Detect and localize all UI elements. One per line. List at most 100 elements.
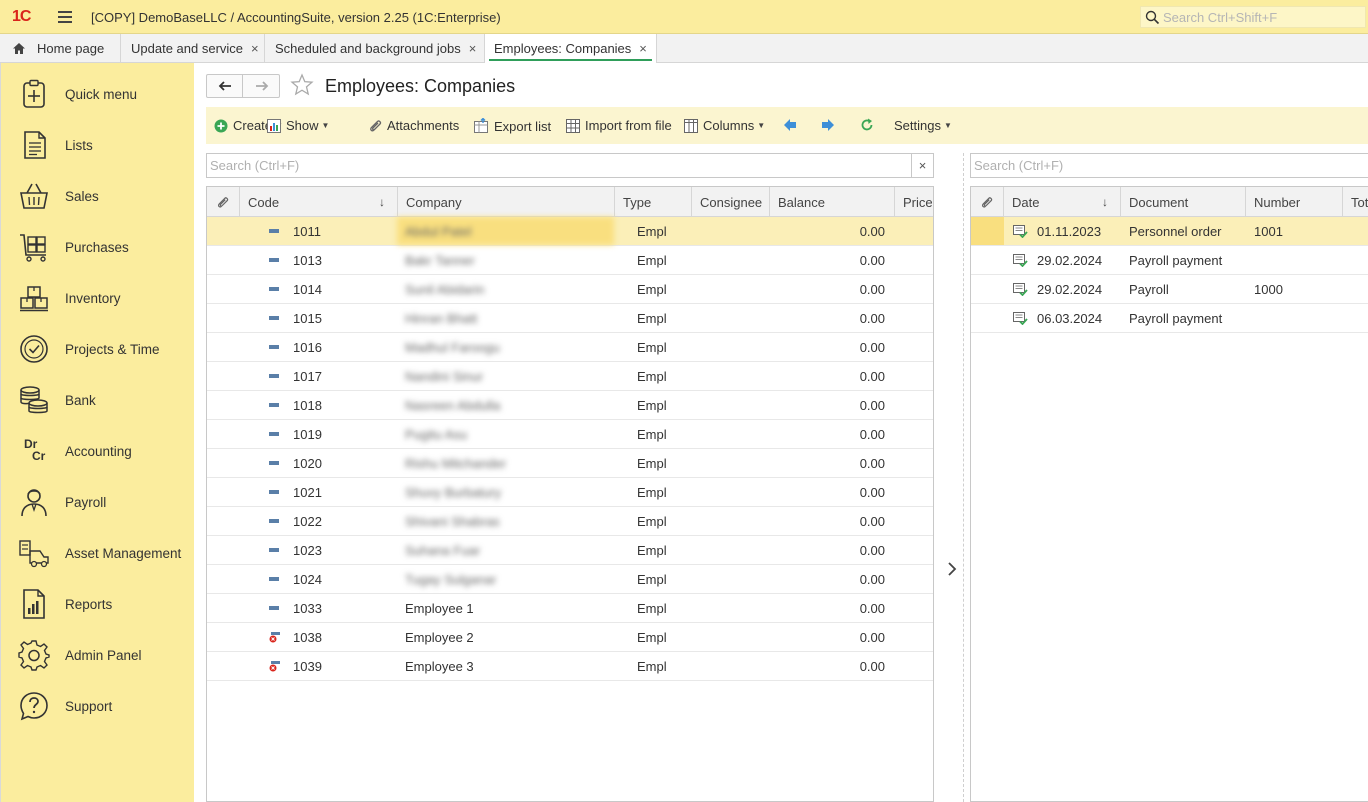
- attachment-column-header[interactable]: [971, 187, 1004, 217]
- close-icon[interactable]: ×: [251, 41, 259, 56]
- attachment-column-header[interactable]: [207, 187, 240, 217]
- left-search-input[interactable]: [210, 157, 910, 174]
- document-cell: Payroll payment: [1129, 310, 1223, 326]
- global-search[interactable]: [1140, 6, 1366, 28]
- sidebar-item-bank[interactable]: Bank: [1, 372, 195, 423]
- import-from-file-button[interactable]: Import from file: [566, 118, 672, 133]
- table-row[interactable]: 1016 Madhul Faroogu Empl 0.00: [207, 333, 933, 362]
- code-cell: 1033: [293, 600, 322, 616]
- sidebar-item-reports[interactable]: Reports: [1, 576, 195, 627]
- sidebar-item-sales[interactable]: Sales: [1, 168, 195, 219]
- tab-scheduled-jobs[interactable]: Scheduled and background jobs ×: [265, 34, 485, 63]
- right-search-field[interactable]: [970, 153, 1368, 178]
- table-row[interactable]: 29.02.2024 Payroll 1000: [971, 275, 1368, 304]
- global-search-input[interactable]: [1163, 9, 1363, 25]
- chevron-down-icon: ▼: [321, 121, 330, 130]
- sidebar-item-lists[interactable]: Lists: [1, 117, 195, 168]
- move-up-button[interactable]: [783, 118, 802, 132]
- sidebar-item-asset-management[interactable]: Asset Management: [1, 525, 195, 576]
- settings-button[interactable]: Settings ▼: [894, 118, 952, 133]
- tab-employees-companies[interactable]: Employees: Companies ×: [485, 34, 657, 63]
- arrow-left-blue-icon: [784, 119, 796, 131]
- table-row[interactable]: 1019 Pugitu Asu Empl 0.00: [207, 420, 933, 449]
- column-header-number[interactable]: Number: [1246, 187, 1343, 217]
- table-row[interactable]: 1020 Rishu Mitchander Empl 0.00: [207, 449, 933, 478]
- company-cell: Hinran Bhatt: [405, 310, 478, 326]
- catalog-item-icon: [269, 490, 279, 494]
- table-row[interactable]: 1024 Tugay Sulganar Empl 0.00: [207, 565, 933, 594]
- history-nav: [206, 74, 280, 98]
- column-header-document[interactable]: Document: [1121, 187, 1246, 217]
- code-cell: 1015: [293, 310, 322, 326]
- table-row[interactable]: 29.02.2024 Payroll payment: [971, 246, 1368, 275]
- chevron-right-icon[interactable]: [944, 560, 960, 578]
- table-row[interactable]: 1017 Nandini Sinur Empl 0.00: [207, 362, 933, 391]
- sidebar-item-payroll[interactable]: Payroll: [1, 474, 195, 525]
- column-header-code[interactable]: Code ↓: [240, 187, 398, 217]
- table-row[interactable]: 1038 Employee 2 Empl 0.00: [207, 623, 933, 652]
- table-row[interactable]: 1023 Suhana Fuar Empl 0.00: [207, 536, 933, 565]
- forward-button[interactable]: [244, 75, 280, 97]
- column-header-price[interactable]: Price: [895, 187, 933, 217]
- row-status-icon: [1013, 217, 1029, 245]
- arrow-right-blue-icon: [822, 119, 834, 131]
- table-row[interactable]: 01.11.2023 Personnel order 1001: [971, 217, 1368, 246]
- column-header-balance[interactable]: Balance: [770, 187, 895, 217]
- sidebar-item-purchases[interactable]: Purchases: [1, 219, 195, 270]
- sidebar-item-projects-time[interactable]: Projects & Time: [1, 321, 195, 372]
- sidebar-item-accounting[interactable]: Dr Cr Accounting: [1, 423, 195, 474]
- favorite-star-icon[interactable]: [290, 73, 314, 97]
- back-button[interactable]: [207, 75, 243, 97]
- table-row[interactable]: 1039 Employee 3 Empl 0.00: [207, 652, 933, 681]
- sidebar-item-support[interactable]: Support: [1, 678, 195, 729]
- right-search-input[interactable]: [974, 157, 1364, 174]
- table-row[interactable]: 1021 Shuvy Burbatury Empl 0.00: [207, 478, 933, 507]
- catalog-item-icon: [269, 258, 279, 262]
- catalog-item-icon: [269, 374, 279, 378]
- close-icon[interactable]: ×: [639, 41, 647, 56]
- table-row[interactable]: 1022 Shivani Shabras Empl 0.00: [207, 507, 933, 536]
- columns-button[interactable]: Columns ▼: [684, 118, 765, 133]
- refresh-button[interactable]: [860, 118, 879, 132]
- catalog-item-icon: [269, 316, 279, 320]
- date-cell: 29.02.2024: [1037, 281, 1103, 297]
- tab-update-and-service[interactable]: Update and service ×: [121, 34, 265, 63]
- table-header: Code ↓ Company Type Consignee Balance Pri…: [207, 187, 933, 217]
- table-row[interactable]: 1018 Nasreen Abdulla Empl 0.00: [207, 391, 933, 420]
- posted-document-icon: [1013, 253, 1028, 267]
- sidebar-item-label: Payroll: [65, 495, 107, 510]
- paperclip-icon: [370, 119, 382, 131]
- table-row[interactable]: 1015 Hinran Bhatt Empl 0.00: [207, 304, 933, 333]
- column-header-consignee[interactable]: Consignee: [692, 187, 770, 217]
- table-row[interactable]: 1033 Employee 1 Empl 0.00: [207, 594, 933, 623]
- sidebar-item-inventory[interactable]: Inventory: [1, 270, 195, 321]
- balance-cell: 0.00: [859, 310, 885, 326]
- table-row[interactable]: 06.03.2024 Payroll payment: [971, 304, 1368, 333]
- main-menu-icon[interactable]: [58, 11, 72, 23]
- column-header-total[interactable]: Tot: [1343, 187, 1368, 217]
- type-cell: Empl: [637, 339, 667, 355]
- sidebar-item-quick-menu[interactable]: Quick menu: [1, 66, 195, 117]
- company-cell: Rishu Mitchander: [405, 455, 507, 471]
- export-icon: [474, 118, 488, 133]
- attachments-button[interactable]: Attachments: [368, 118, 459, 133]
- selection-marker: [971, 217, 1004, 245]
- left-search-field[interactable]: ×: [206, 153, 934, 178]
- deletion-mark-icon: [269, 661, 280, 672]
- clear-search-button[interactable]: ×: [911, 154, 933, 177]
- column-header-company[interactable]: Company: [398, 187, 615, 217]
- company-cell: Employee 3: [405, 658, 474, 674]
- column-header-date[interactable]: Date ↓: [1004, 187, 1121, 217]
- table-row[interactable]: 1011 Abdul Patel Empl 0.00: [207, 217, 933, 246]
- date-cell: 06.03.2024: [1037, 310, 1103, 326]
- type-cell: Empl: [637, 600, 667, 616]
- table-row[interactable]: 1013 Bakr Tanner Empl 0.00: [207, 246, 933, 275]
- export-list-button[interactable]: Export list: [473, 118, 551, 134]
- close-icon[interactable]: ×: [469, 41, 477, 56]
- tab-home-page[interactable]: Home page: [0, 34, 121, 63]
- move-down-button[interactable]: [821, 118, 840, 132]
- sidebar-item-admin-panel[interactable]: Admin Panel: [1, 627, 195, 678]
- column-header-type[interactable]: Type: [615, 187, 692, 217]
- table-row[interactable]: 1014 Sunil Abidarin Empl 0.00: [207, 275, 933, 304]
- show-button[interactable]: Show ▼: [267, 118, 329, 133]
